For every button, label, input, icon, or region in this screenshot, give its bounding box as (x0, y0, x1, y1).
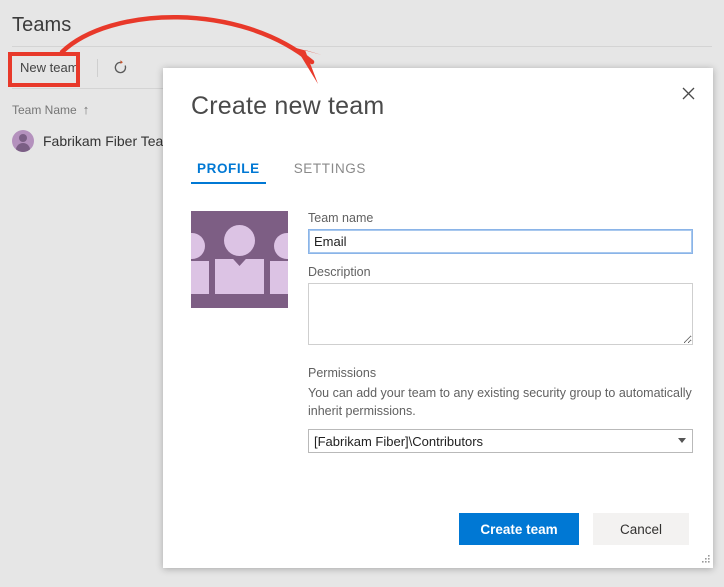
list-item[interactable]: Fabrikam Fiber Team (12, 130, 175, 152)
permissions-select[interactable]: [Fabrikam Fiber]\Contributors (308, 429, 693, 453)
person-body-right (270, 261, 288, 294)
toolbar-separator (97, 59, 98, 77)
tab-profile[interactable]: PROFILE (191, 160, 266, 184)
create-new-team-dialog: Create new team PROFILE SETTINGS Team na… (163, 68, 713, 568)
team-name-input[interactable] (308, 229, 693, 254)
person-head-center (224, 225, 255, 256)
annotation-highlight-box (8, 52, 80, 87)
person-head-right (274, 233, 288, 259)
cancel-button[interactable]: Cancel (593, 513, 689, 545)
dialog-fields: Team name Description Permissions You ca… (308, 211, 693, 453)
permissions-label: Permissions (308, 366, 693, 380)
team-name-label: Team name (308, 211, 693, 225)
close-icon (682, 87, 695, 100)
person-head-left (191, 233, 205, 259)
person-body-center (215, 259, 264, 294)
person-body-left (191, 261, 209, 294)
description-input[interactable] (308, 283, 693, 345)
dialog-footer: Create team Cancel (163, 490, 713, 568)
team-people-image[interactable] (191, 211, 288, 308)
team-avatar-icon (12, 130, 34, 152)
column-header-label: Team Name (12, 103, 77, 117)
refresh-icon (112, 59, 129, 76)
refresh-button[interactable] (108, 55, 134, 81)
column-header-team-name[interactable]: Team Name ↑ (12, 102, 89, 117)
close-button[interactable] (673, 78, 703, 108)
sort-ascending-icon: ↑ (83, 102, 90, 117)
page-title: Teams (12, 14, 71, 37)
list-item-label: Fabrikam Fiber Team (43, 133, 175, 149)
dialog-title: Create new team (191, 92, 384, 121)
dialog-tabs: PROFILE SETTINGS (191, 160, 372, 184)
permissions-help-text: You can add your team to any existing se… (308, 384, 693, 420)
create-team-button[interactable]: Create team (459, 513, 579, 545)
permissions-select-wrapper: [Fabrikam Fiber]\Contributors (308, 429, 693, 453)
tab-settings[interactable]: SETTINGS (288, 160, 372, 182)
description-label: Description (308, 265, 693, 279)
